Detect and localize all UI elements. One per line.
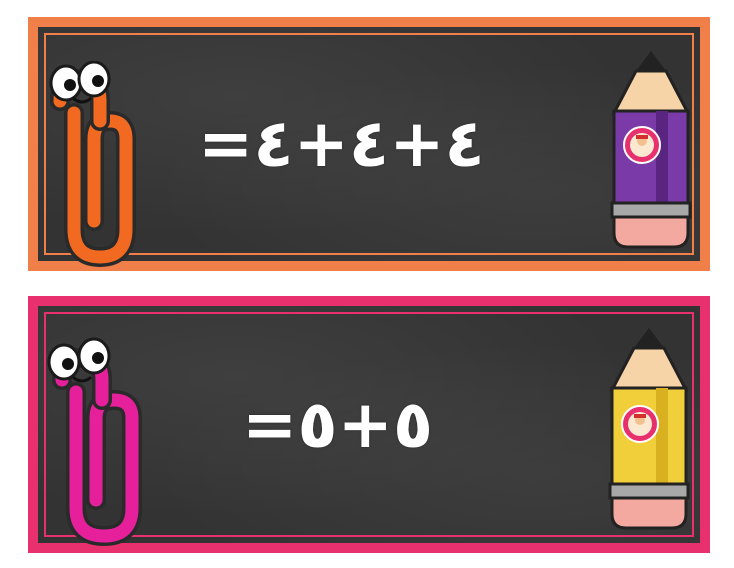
logo-badge-icon [621,405,659,443]
flashcard-1: =٤+٤+٤ [28,17,710,271]
flashcard-2: =٥+٥ [28,296,710,553]
logo-badge-icon [623,126,661,164]
chalkboard: =٤+٤+٤ [38,27,700,268]
math-equation: =٥+٥ [242,385,435,463]
math-equation: =٤+٤+٤ [198,105,487,182]
chalkboard: =٥+٥ [38,306,700,547]
pencil-icon [610,51,692,249]
paperclip-icon [47,337,142,547]
pencil-icon [608,328,690,530]
paperclip-icon [49,61,136,268]
